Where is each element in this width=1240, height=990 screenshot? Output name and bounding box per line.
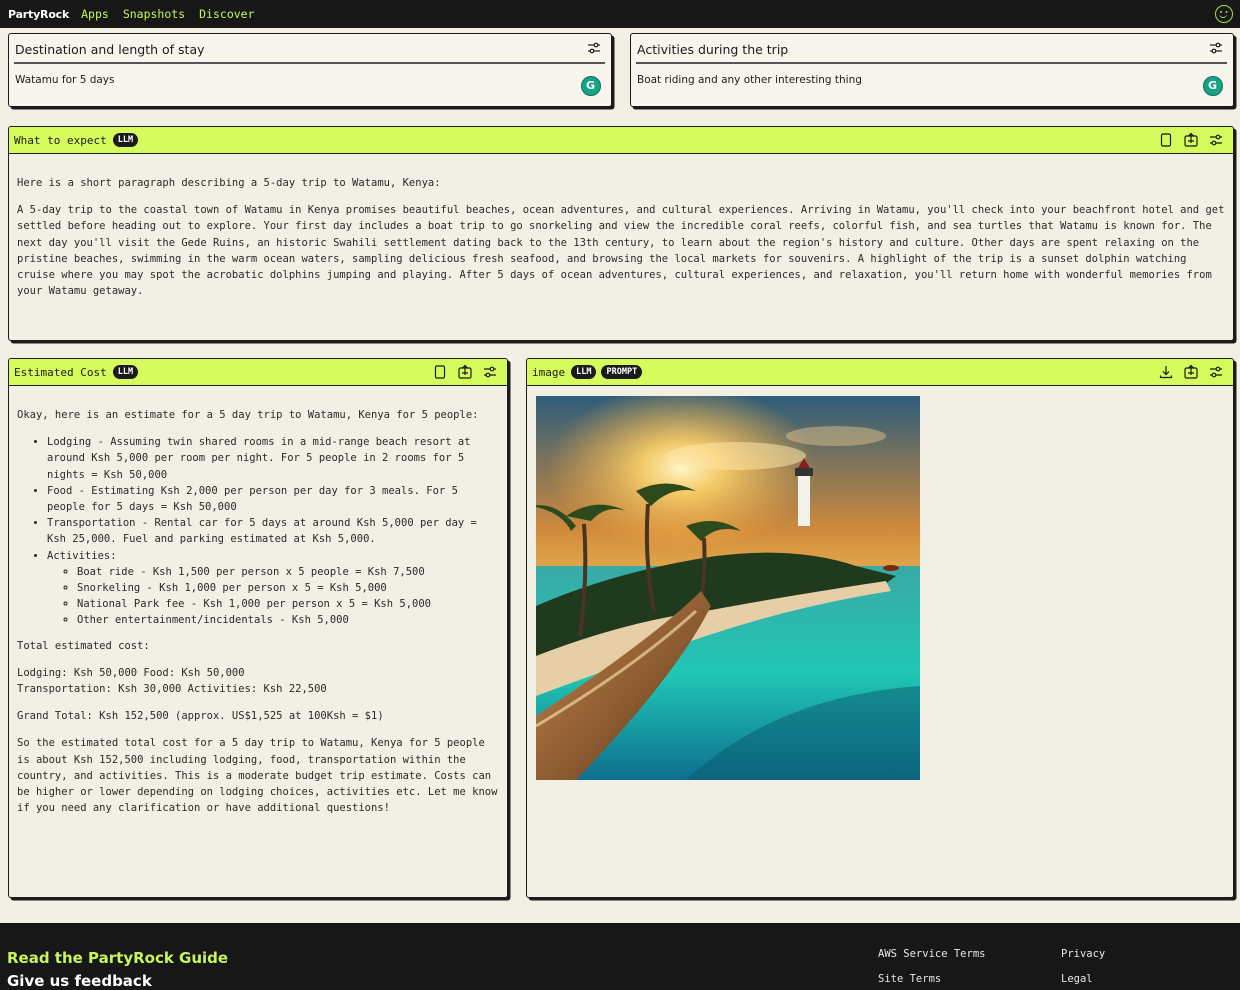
divider: [14, 62, 605, 64]
input-label: Destination and length of stay: [15, 42, 205, 57]
footer: Read the PartyRock Guide Give us feedbac…: [0, 923, 1240, 990]
list-item-label: Activities:: [47, 549, 117, 562]
llm-badge: LLM: [112, 133, 139, 147]
list-item: Lodging - Assuming twin shared rooms in …: [47, 434, 499, 483]
destination-input[interactable]: Watamu for 5 days: [15, 74, 115, 86]
copy-icon[interactable]: [1158, 132, 1174, 148]
breakdown-line: Lodging: Ksh 50,000 Food: Ksh 50,000: [17, 666, 245, 679]
widget-title: What to expect: [14, 133, 107, 147]
grand-total: Grand Total: Ksh 152,500 (approx. US$1,5…: [17, 710, 384, 723]
cost-list: Lodging - Assuming twin shared rooms in …: [47, 434, 499, 628]
widget-header: What to expect LLM: [9, 127, 1233, 154]
nav-link-discover[interactable]: Discover: [199, 7, 254, 21]
output-intro: Okay, here is an estimate for a 5 day tr…: [17, 409, 479, 421]
grammarly-icon[interactable]: [1203, 76, 1223, 96]
widget-image: image LLM PROMPT: [526, 358, 1234, 898]
settings-sliders-icon[interactable]: [587, 41, 601, 55]
output-paragraph: A 5-day trip to the coastal town of Wata…: [17, 204, 1225, 298]
brand-logo[interactable]: PartyRock: [8, 8, 69, 21]
user-avatar-icon[interactable]: [1215, 5, 1233, 23]
activities-list: Boat ride - Ksh 1,500 per person x 5 peo…: [77, 564, 499, 629]
export-icon[interactable]: [1183, 132, 1199, 148]
list-item: Food - Estimating Ksh 2,000 per person p…: [47, 483, 499, 515]
list-item: Activities: Boat ride - Ksh 1,500 per pe…: [47, 548, 499, 629]
export-icon[interactable]: [457, 364, 473, 380]
prompt-badge: PROMPT: [601, 365, 643, 379]
nav-link-apps[interactable]: Apps: [81, 7, 109, 21]
generated-image[interactable]: [536, 396, 920, 780]
input-label: Activities during the trip: [637, 42, 789, 57]
widget-header: image LLM PROMPT: [527, 359, 1233, 386]
widget-header: Estimated Cost LLM: [9, 359, 507, 386]
settings-sliders-icon[interactable]: [1209, 41, 1223, 55]
nav-link-snapshots[interactable]: Snapshots: [123, 7, 185, 21]
widget-estimated-cost: Estimated Cost LLM Okay, here is an esti…: [8, 358, 508, 898]
download-icon[interactable]: [1158, 364, 1174, 380]
footer-link-site-terms[interactable]: Site Terms: [878, 973, 941, 985]
total-label: Total estimated cost:: [17, 639, 150, 652]
grammarly-icon[interactable]: [581, 76, 601, 96]
settings-sliders-icon[interactable]: [1208, 132, 1224, 148]
output-closing: So the estimated total cost for a 5 day …: [17, 737, 498, 815]
guide-link[interactable]: Read the PartyRock Guide: [7, 949, 228, 967]
settings-sliders-icon[interactable]: [1208, 364, 1224, 380]
footer-link-legal[interactable]: Legal: [1061, 973, 1093, 985]
breakdown-line: Transportation: Ksh 30,000 Activities: K…: [17, 683, 327, 696]
input-widget-destination: Destination and length of stay Watamu fo…: [8, 33, 612, 107]
feedback-link[interactable]: Give us feedback: [7, 972, 152, 990]
widget-output: Here is a short paragraph describing a 5…: [17, 175, 1225, 310]
output-intro: Here is a short paragraph describing a 5…: [17, 177, 441, 189]
widget-output: Okay, here is an estimate for a 5 day tr…: [17, 407, 499, 827]
divider: [636, 62, 1227, 64]
list-item: Snorkeling - Ksh 1,000 per person x 5 = …: [77, 580, 499, 596]
footer-link-privacy[interactable]: Privacy: [1061, 948, 1105, 960]
top-nav: PartyRock Apps Snapshots Discover: [0, 0, 1240, 28]
widget-title: Estimated Cost: [14, 365, 107, 379]
list-item: National Park fee - Ksh 1,000 per person…: [77, 596, 499, 612]
activities-input[interactable]: Boat riding and any other interesting th…: [637, 74, 862, 86]
list-item: Other entertainment/incidentals - Ksh 5,…: [77, 612, 499, 628]
copy-icon[interactable]: [432, 364, 448, 380]
widget-what-to-expect: What to expect LLM Here is a short parag…: [8, 126, 1234, 341]
widget-title: image: [532, 365, 566, 379]
settings-sliders-icon[interactable]: [482, 364, 498, 380]
input-widget-activities: Activities during the trip Boat riding a…: [630, 33, 1234, 107]
llm-badge: LLM: [571, 365, 597, 379]
list-item: Transportation - Rental car for 5 days a…: [47, 515, 499, 547]
cost-breakdown: Lodging: Ksh 50,000 Food: Ksh 50,000 Tran…: [17, 665, 499, 697]
export-icon[interactable]: [1183, 364, 1199, 380]
footer-link-aws-service-terms[interactable]: AWS Service Terms: [878, 948, 985, 960]
llm-badge: LLM: [112, 365, 139, 379]
list-item: Boat ride - Ksh 1,500 per person x 5 peo…: [77, 564, 499, 580]
